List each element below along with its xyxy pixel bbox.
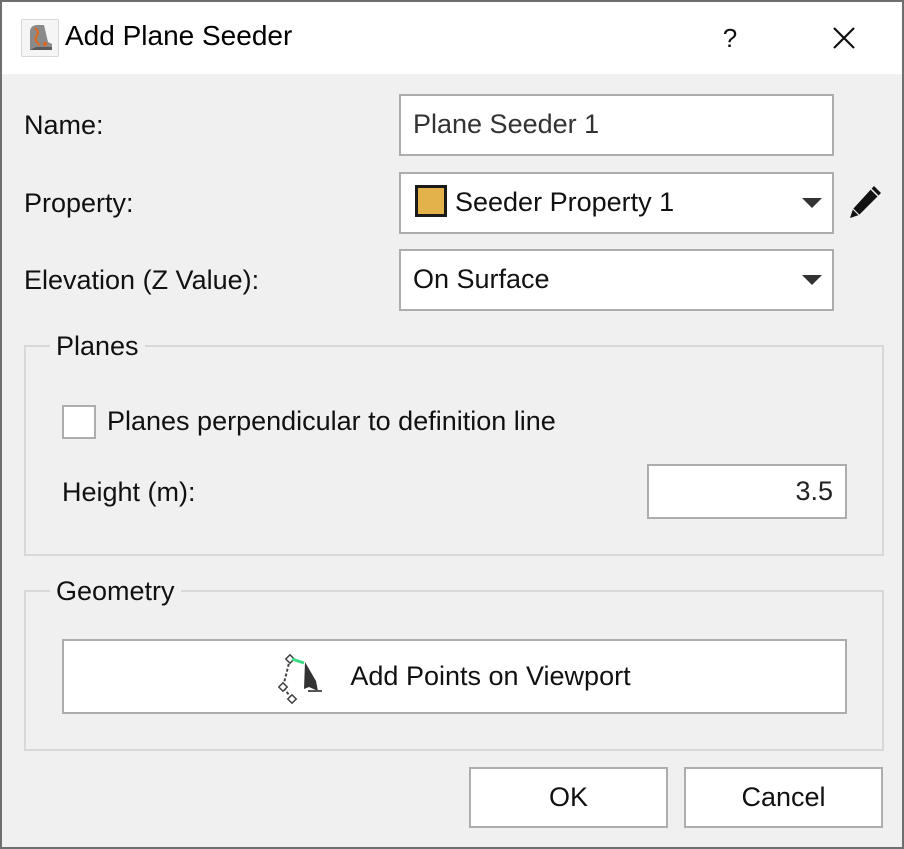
dropdown-arrow-icon (802, 275, 822, 285)
close-button[interactable] (820, 16, 868, 60)
name-input-value: Plane Seeder 1 (413, 109, 600, 139)
ok-button[interactable]: OK (469, 767, 668, 828)
close-icon (833, 27, 855, 49)
pencil-icon (850, 186, 881, 218)
perpendicular-planes-checkbox[interactable] (62, 405, 96, 439)
dialog-title: Add Plane Seeder (65, 20, 293, 51)
geometry-group-title: Geometry (50, 576, 181, 606)
planes-group: Planes (24, 331, 884, 556)
height-input[interactable]: 3.5 (647, 464, 847, 519)
elevation-label: Elevation (Z Value): (24, 265, 260, 295)
help-button[interactable]: ? (708, 16, 752, 60)
property-dropdown[interactable]: Seeder Property 1 (399, 172, 834, 234)
name-label: Name: (24, 110, 104, 140)
elevation-dropdown-value: On Surface (413, 264, 550, 294)
perpendicular-planes-label[interactable]: Planes perpendicular to definition line (107, 406, 556, 437)
title-bar: Add Plane Seeder ? (2, 2, 902, 74)
elevation-dropdown[interactable]: On Surface (399, 249, 834, 311)
add-points-cursor-icon (278, 653, 323, 704)
edit-property-button[interactable] (845, 182, 885, 222)
name-input[interactable]: Plane Seeder 1 (399, 94, 834, 156)
add-points-on-viewport-button[interactable]: Add Points on Viewport (62, 639, 847, 714)
cancel-button[interactable]: Cancel (684, 767, 883, 828)
property-color-swatch (415, 184, 447, 217)
plane-seeder-app-icon (21, 19, 59, 57)
property-dropdown-value: Seeder Property 1 (455, 187, 675, 217)
add-points-label: Add Points on Viewport (350, 661, 631, 691)
planes-group-title: Planes (50, 331, 145, 361)
dropdown-arrow-icon (802, 198, 822, 208)
height-label: Height (m): (62, 477, 196, 507)
property-label: Property: (24, 188, 134, 218)
add-plane-seeder-dialog: Add Plane Seeder ? Name: Plane Seeder 1 … (0, 0, 904, 849)
